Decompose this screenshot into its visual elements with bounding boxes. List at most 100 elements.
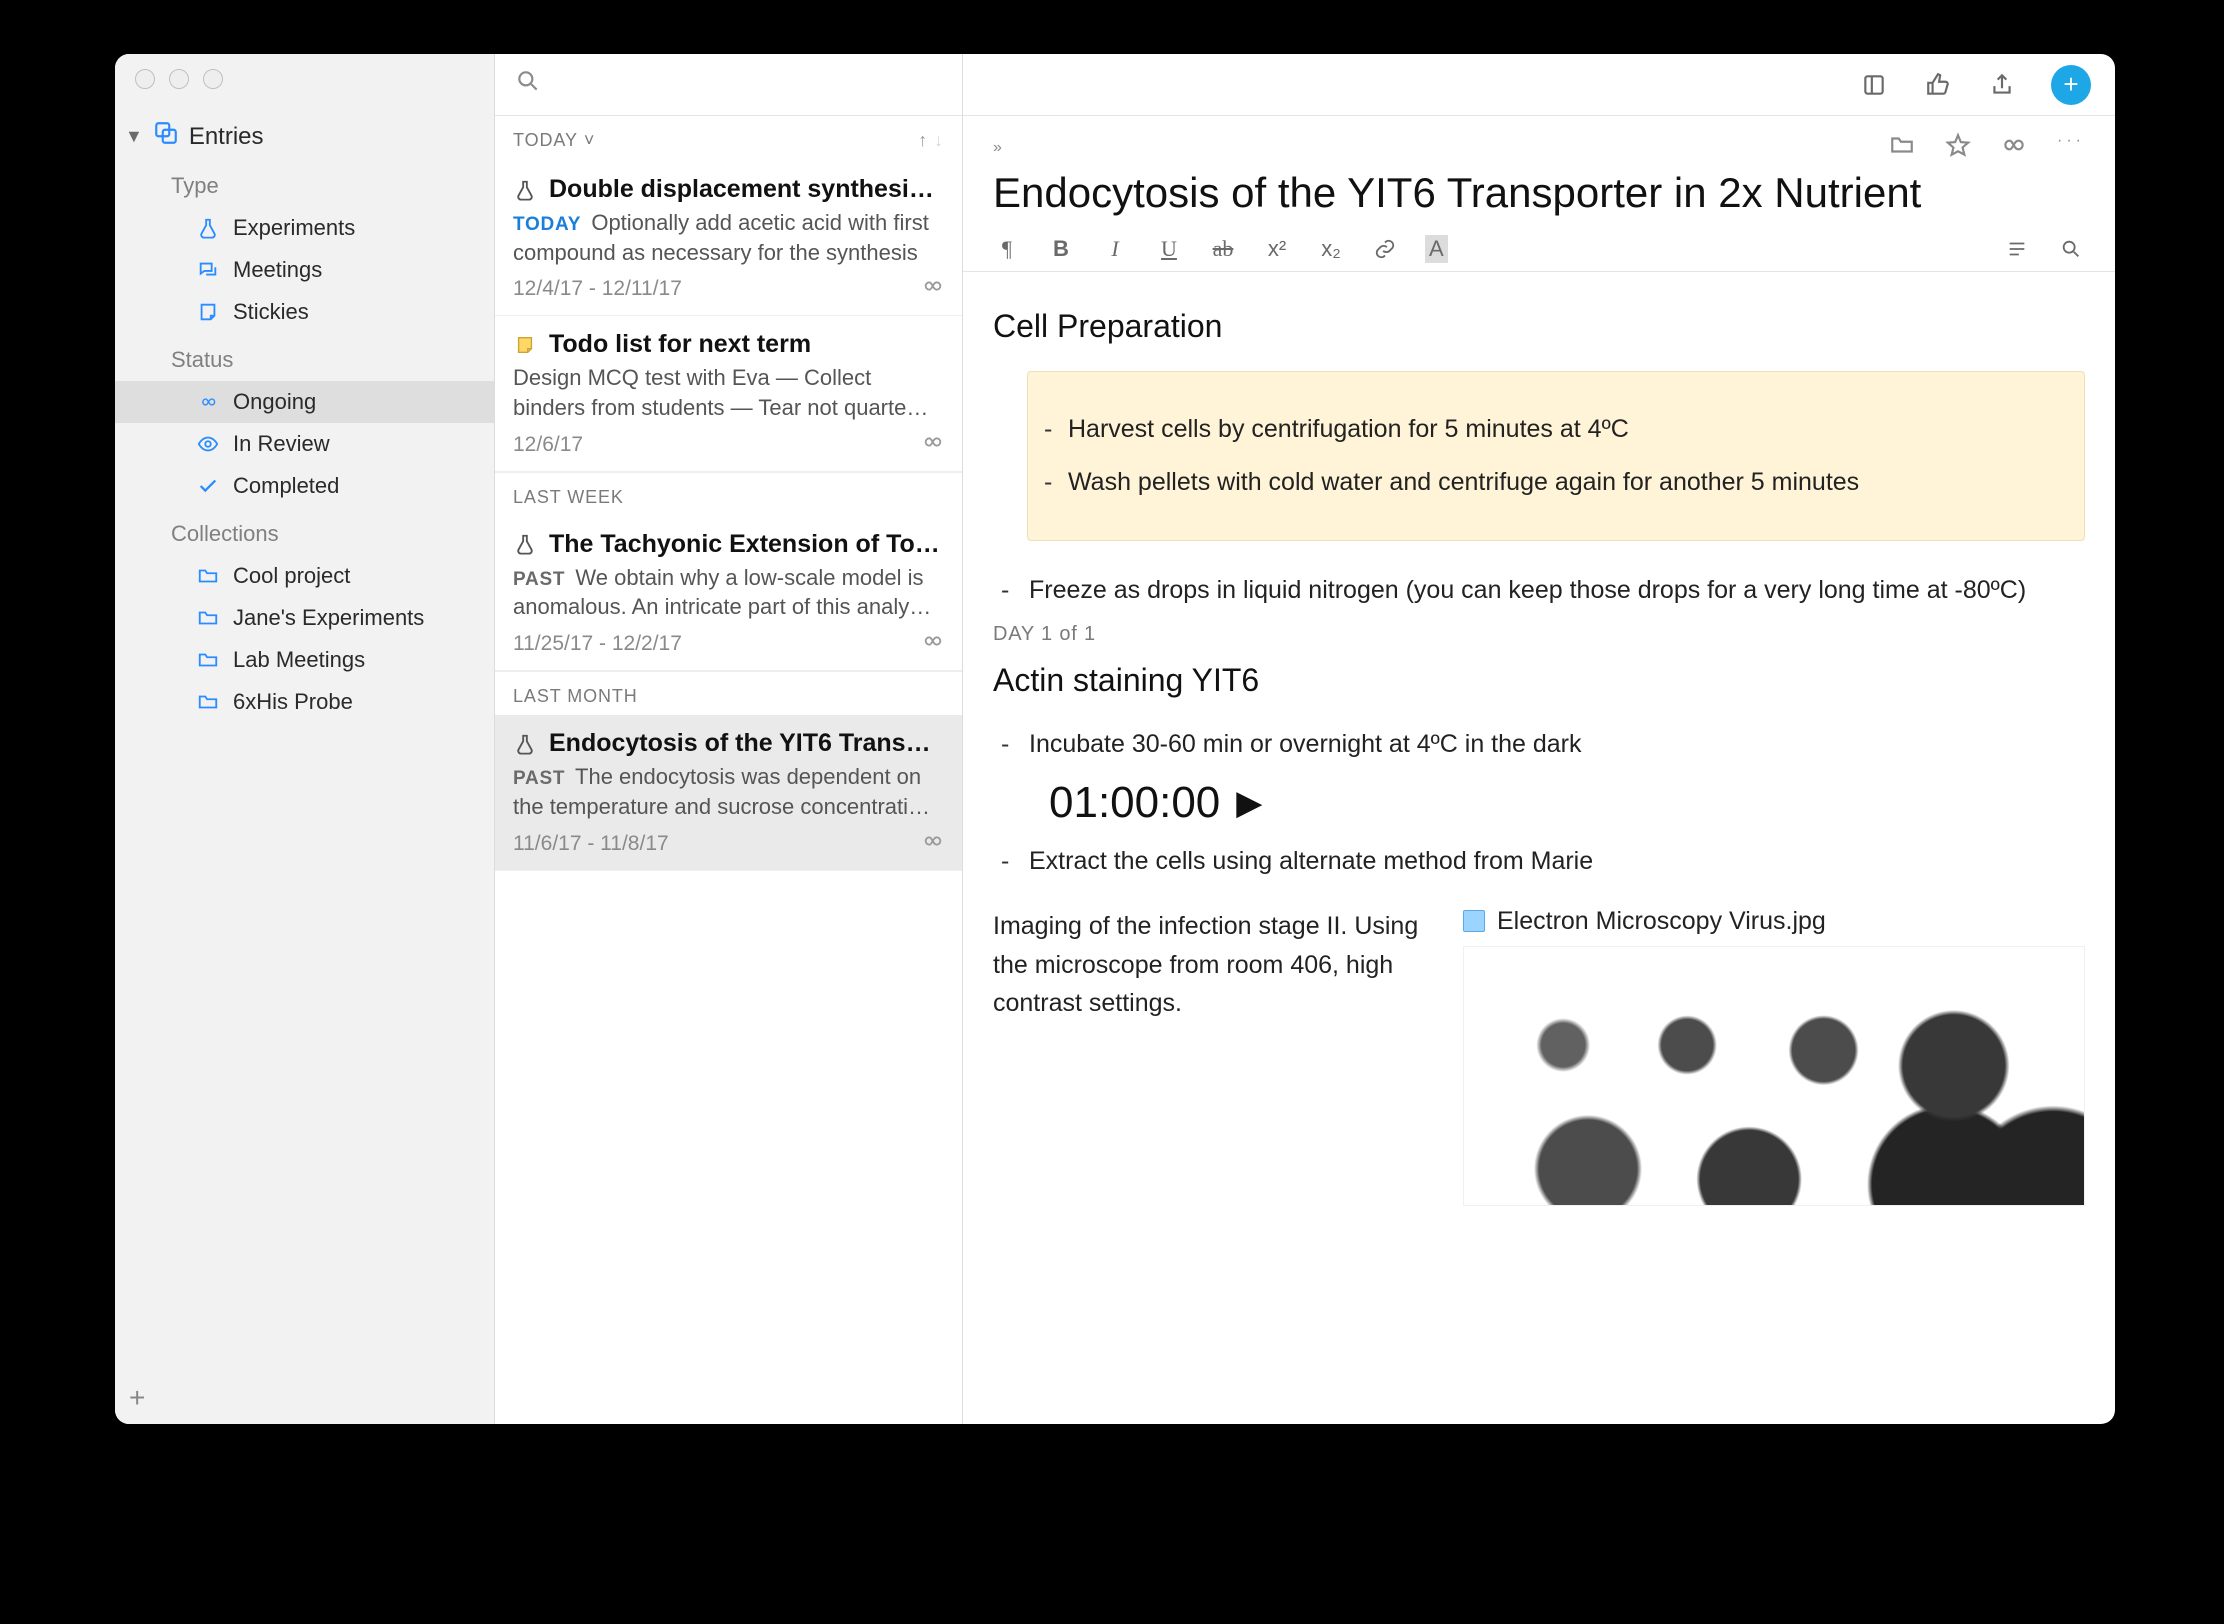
- bold-button[interactable]: B: [1047, 235, 1075, 263]
- flask-icon: [513, 533, 537, 555]
- callout-block: Harvest cells by centrifugation for 5 mi…: [1027, 371, 2085, 541]
- note-pane: + » ··· Endocytosis of the YIT: [963, 54, 2115, 1424]
- infinity-icon: [922, 630, 944, 658]
- underline-button[interactable]: U: [1155, 235, 1183, 263]
- sidebar-item-experiments[interactable]: Experiments: [115, 207, 494, 249]
- share-icon[interactable]: [1987, 70, 2017, 100]
- link-button[interactable]: [1371, 235, 1399, 263]
- sidebar-section-status: Status: [115, 333, 494, 381]
- list-filter-label[interactable]: TODAY: [513, 130, 578, 151]
- flask-icon: [513, 179, 537, 201]
- sidebar-root-label: Entries: [189, 123, 264, 151]
- entry-description: Design MCQ test with Eva — Collect binde…: [513, 363, 944, 422]
- sidebar-item-janes-experiments[interactable]: Jane's Experiments: [115, 597, 494, 639]
- favorite-star-icon[interactable]: [1945, 132, 1971, 163]
- sidebar-root-entries[interactable]: ▼ Entries: [115, 114, 494, 159]
- sidebar-item-label: Stickies: [233, 299, 309, 325]
- sidebar-item-label: Cool project: [233, 563, 350, 589]
- entry-list-item[interactable]: Todo list for next termDesign MCQ test w…: [495, 316, 962, 471]
- add-collection-button[interactable]: +: [129, 1382, 145, 1414]
- infinity-icon: [922, 830, 944, 858]
- search-icon: [515, 68, 541, 101]
- zoom-window-dot[interactable]: [203, 69, 223, 89]
- eye-icon: [195, 433, 221, 455]
- app-window: ▼ Entries Type Experiments: [115, 54, 2115, 1424]
- entry-list-item[interactable]: Endocytosis of the YIT6 Trans… PAST The e…: [495, 715, 962, 870]
- sidebar-item-meetings[interactable]: Meetings: [115, 249, 494, 291]
- timer-value: 01:00:00: [1049, 778, 1220, 828]
- sidebar-item-label: 6xHis Probe: [233, 689, 353, 715]
- bullet-item: Extract the cells using alternate method…: [1029, 842, 2085, 881]
- status-infinity-icon[interactable]: [2001, 132, 2027, 163]
- window-traffic-lights: [115, 54, 494, 104]
- sidebar-item-in-review[interactable]: In Review: [115, 423, 494, 465]
- sidebar-item-label: Ongoing: [233, 389, 316, 415]
- more-menu-icon[interactable]: ···: [2057, 132, 2085, 163]
- section-heading: Cell Preparation: [993, 308, 2085, 345]
- note-title[interactable]: Endocytosis of the YIT6 Transporter in 2…: [963, 169, 2115, 227]
- sidebar-item-cool-project[interactable]: Cool project: [115, 555, 494, 597]
- sidebar-item-ongoing[interactable]: Ongoing: [115, 381, 494, 423]
- entry-list-item[interactable]: Double displacement synthesi…TODAY Optio…: [495, 161, 962, 316]
- superscript-button[interactable]: x²: [1263, 235, 1291, 263]
- search-bar[interactable]: [495, 54, 962, 116]
- arrow-up-icon: ↑: [918, 130, 928, 151]
- chat-icon: [195, 259, 221, 281]
- folder-icon: [195, 649, 221, 671]
- sidebar-item-lab-meetings[interactable]: Lab Meetings: [115, 639, 494, 681]
- disclosure-triangle-icon[interactable]: ▼: [125, 126, 143, 147]
- infinity-icon: [195, 391, 221, 413]
- paragraph-style-button[interactable]: ¶: [993, 235, 1021, 263]
- new-entry-button[interactable]: +: [2051, 65, 2091, 105]
- timer-block[interactable]: 01:00:00 ▶: [1049, 778, 2085, 828]
- sidebar-toggle-icon[interactable]: [1859, 70, 1889, 100]
- sticky-icon: [513, 334, 537, 356]
- sidebar-item-6xhis-probe[interactable]: 6xHis Probe: [115, 681, 494, 723]
- bullet-item: Harvest cells by centrifugation for 5 mi…: [1068, 410, 2054, 449]
- check-icon: [195, 475, 221, 497]
- infinity-icon: [922, 431, 944, 459]
- italic-button[interactable]: I: [1101, 235, 1129, 263]
- flask-icon: [513, 733, 537, 755]
- attachment-name: Electron Microscopy Virus.jpg: [1497, 907, 1826, 936]
- sidebar-item-stickies[interactable]: Stickies: [115, 291, 494, 333]
- entry-date: 11/6/17 - 11/8/17: [513, 832, 669, 856]
- entry-list-item[interactable]: The Tachyonic Extension of To… PAST We ob…: [495, 516, 962, 671]
- entry-date: 12/6/17: [513, 433, 583, 457]
- outline-icon[interactable]: [2003, 235, 2031, 263]
- sidebar-section-collections: Collections: [115, 507, 494, 555]
- chevron-down-icon[interactable]: ˅: [584, 130, 595, 151]
- sidebar-item-label: Completed: [233, 473, 339, 499]
- play-icon[interactable]: ▶: [1236, 783, 1262, 823]
- entry-description: PAST We obtain why a low-scale model is …: [513, 563, 944, 622]
- note-body[interactable]: Cell Preparation Harvest cells by centri…: [963, 272, 2115, 1424]
- sidebar-item-completed[interactable]: Completed: [115, 465, 494, 507]
- top-toolbar: +: [963, 54, 2115, 116]
- entries-icon: [153, 120, 179, 153]
- highlight-button[interactable]: A: [1425, 235, 1448, 263]
- breadcrumb-expand-icon[interactable]: »: [993, 139, 1002, 157]
- move-folder-icon[interactable]: [1889, 132, 1915, 163]
- entry-description: PAST The endocytosis was dependent on th…: [513, 762, 944, 821]
- sidebar-item-label: Meetings: [233, 257, 322, 283]
- find-in-note-icon[interactable]: [2057, 235, 2085, 263]
- attachment-chip[interactable]: Electron Microscopy Virus.jpg: [1463, 907, 2085, 936]
- entry-list-pane: TODAY ˅ ↑ ↓ Double displacement synthesi…: [495, 54, 963, 1424]
- entry-title: Endocytosis of the YIT6 Trans…: [549, 729, 944, 758]
- folder-icon: [195, 607, 221, 629]
- attachment-image-preview[interactable]: [1463, 946, 2085, 1206]
- entry-date: 11/25/17 - 12/2/17: [513, 632, 682, 656]
- sidebar-section-type: Type: [115, 159, 494, 207]
- thumbs-up-icon[interactable]: [1923, 70, 1953, 100]
- close-window-dot[interactable]: [135, 69, 155, 89]
- arrow-down-icon: ↓: [934, 130, 944, 151]
- strikethrough-button[interactable]: ab: [1209, 235, 1237, 263]
- format-bar: ¶ B I U ab x² x₂ A: [963, 227, 2115, 272]
- infinity-icon: [922, 275, 944, 303]
- minimize-window-dot[interactable]: [169, 69, 189, 89]
- sort-toggle[interactable]: ↑ ↓: [918, 130, 944, 151]
- subscript-button[interactable]: x₂: [1317, 235, 1345, 263]
- sidebar: ▼ Entries Type Experiments: [115, 54, 495, 1424]
- section-heading: Actin staining YIT6: [993, 662, 2085, 699]
- entry-title: The Tachyonic Extension of To…: [549, 530, 944, 559]
